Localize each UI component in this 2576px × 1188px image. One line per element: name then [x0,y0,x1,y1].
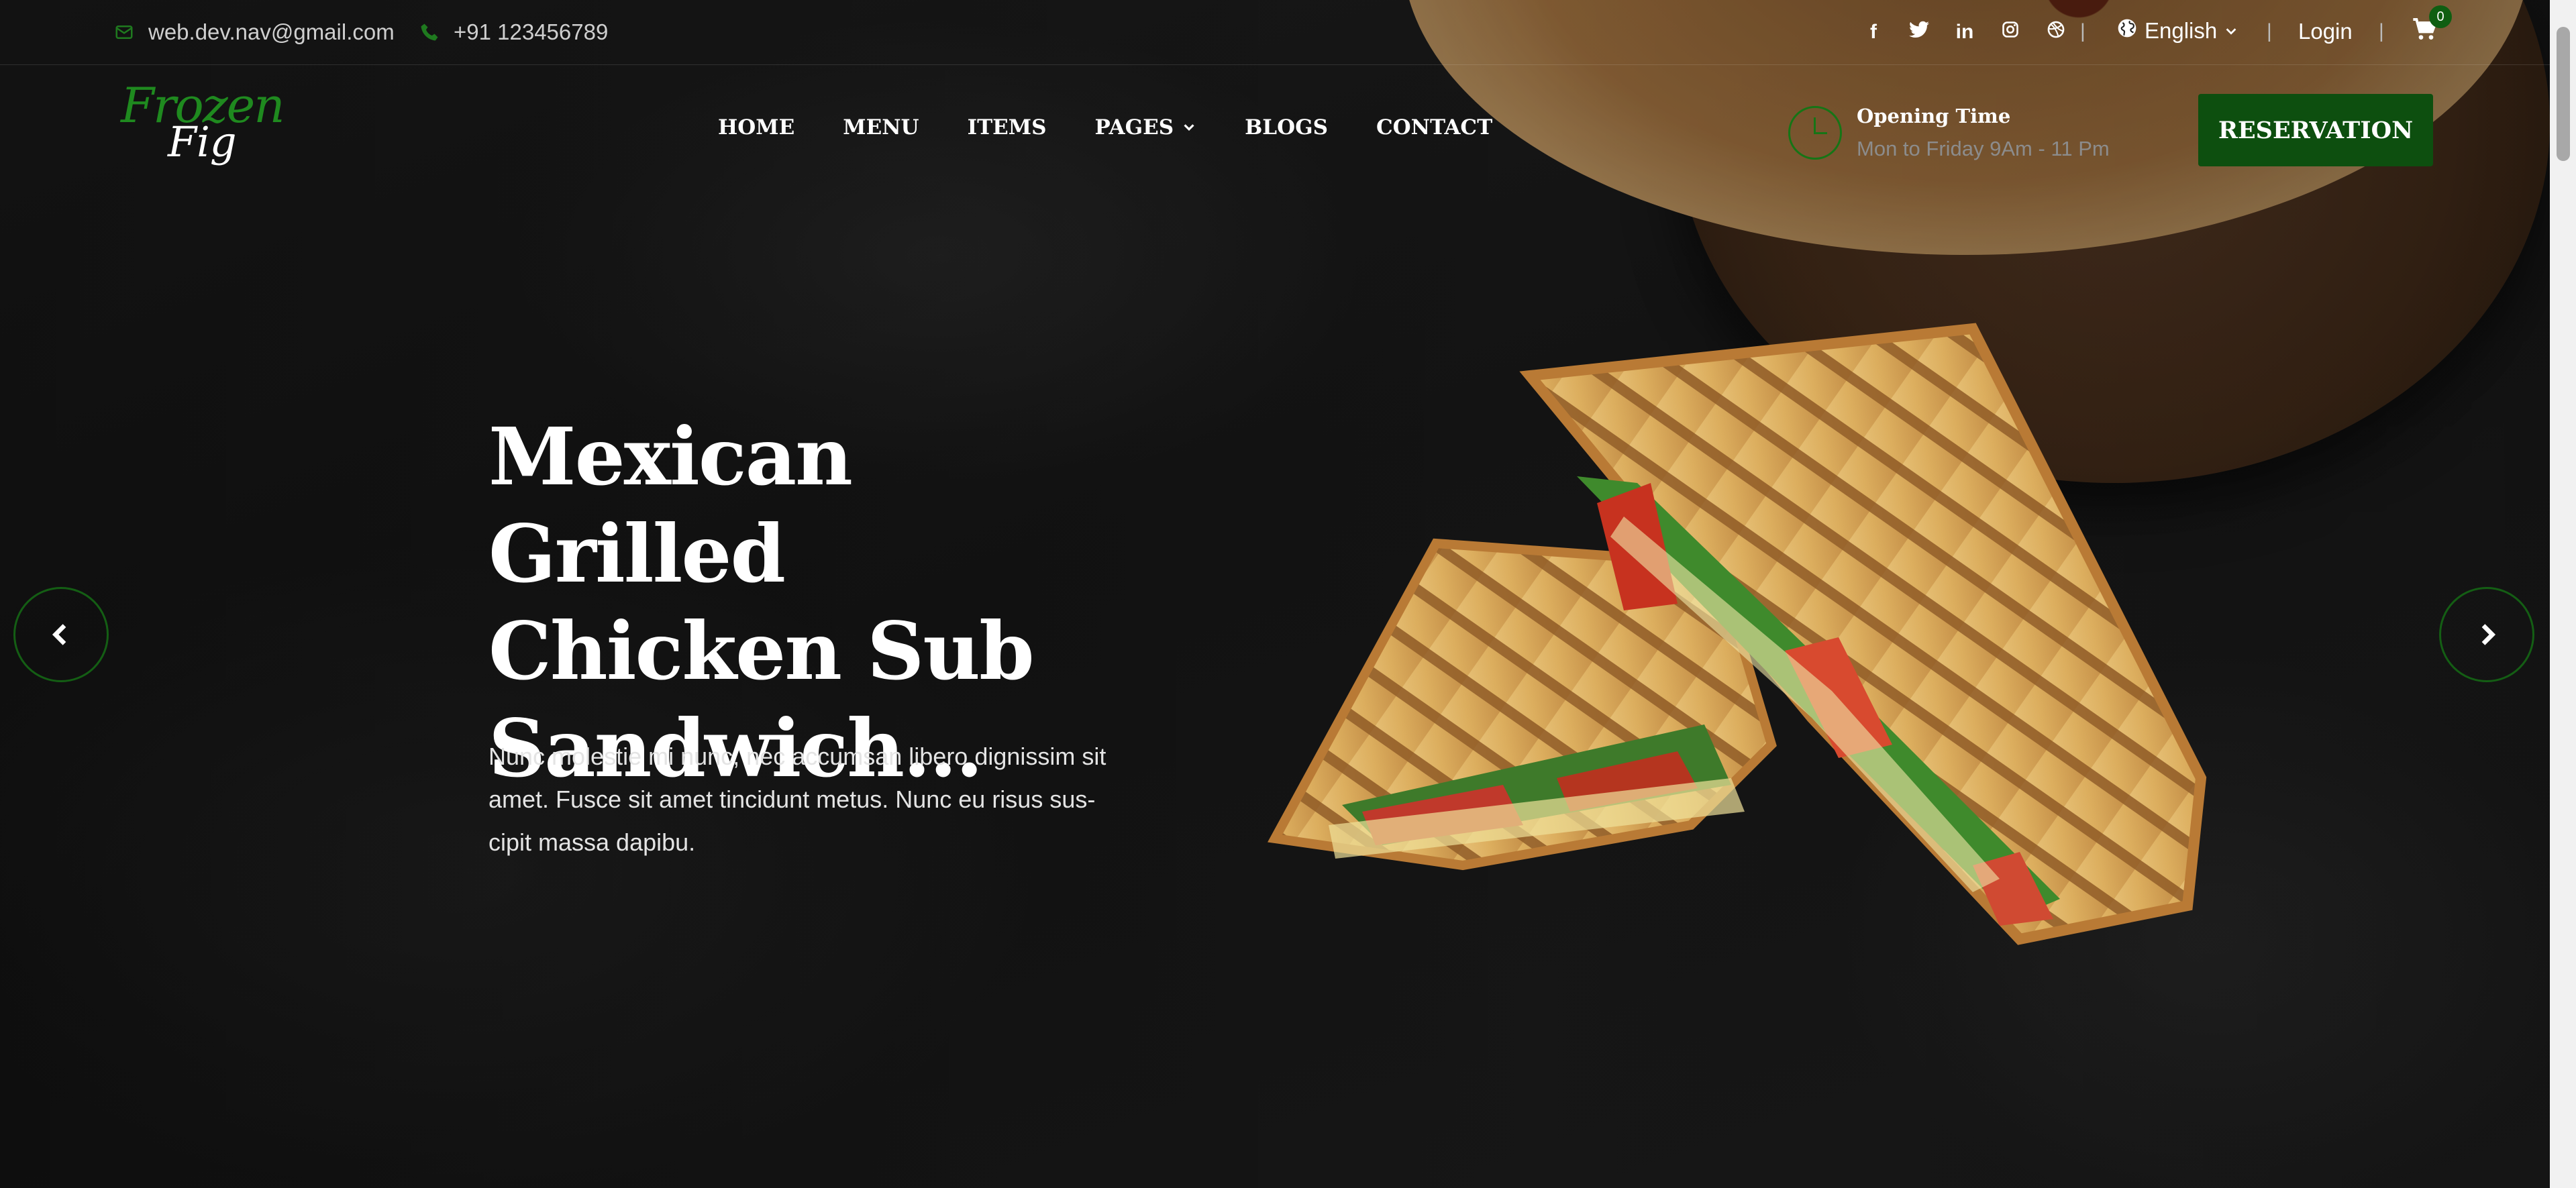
hero-description: Nunc molestie mi nunc, nec accumsan libe… [488,743,1106,856]
language-selector[interactable]: English [2116,17,2238,44]
page-scrollbar[interactable] [2550,0,2576,1188]
site-logo[interactable]: Frozen Fig [121,77,285,178]
social-links: f in [1862,20,2067,44]
chevron-down-icon [2224,18,2238,44]
opening-time-hours: Mon to Friday 9Am - 11 Pm [1857,137,2110,160]
nav-menu[interactable]: MENU [843,115,919,140]
reservation-button[interactable]: RESERVATION [2198,94,2433,166]
phone-text: +91 123456789 [454,19,609,44]
opening-time: Opening Time Mon to Friday 9Am - 11 Pm [1788,102,2110,161]
phone-icon [416,19,443,46]
email-icon [111,19,138,46]
top-bar: web.dev.nav@gmail.com +91 123456789 f in… [0,0,2550,65]
instagram-icon[interactable] [1999,20,2022,44]
chevron-left-icon [52,624,66,645]
carousel-next-button[interactable] [2439,587,2534,682]
logo-text-bottom: Fig [168,117,237,166]
nav-pages-label: PAGES [1094,115,1174,140]
phone-contact[interactable]: +91 123456789 [416,19,608,46]
language-label: English [2145,18,2218,43]
scrollbar-thumb[interactable] [2557,27,2570,161]
nav-contact[interactable]: CONTACT [1376,115,1492,140]
email-contact[interactable]: web.dev.nav@gmail.com [111,19,395,46]
opening-time-title: Opening Time [1857,105,2011,127]
nav-items[interactable]: ITEMS [968,115,1047,140]
twitter-icon[interactable] [1908,21,1930,44]
linkedin-icon[interactable]: in [1953,21,1976,44]
separator: | [2379,20,2384,42]
globe-icon [2116,17,2138,44]
nav-pages[interactable]: PAGES [1094,115,1196,140]
main-nav: HOME MENU ITEMS PAGES BLOGS CONTACT [718,115,1492,140]
cart-count-badge: 0 [2429,5,2452,28]
separator: | [2267,20,2272,42]
login-link[interactable]: Login [2298,19,2353,44]
carousel-prev-button[interactable] [13,587,109,682]
email-text: web.dev.nav@gmail.com [148,19,395,44]
dribbble-icon[interactable] [2045,20,2067,44]
nav-home[interactable]: HOME [718,115,794,140]
sandwich-image [1268,323,2207,945]
facebook-icon[interactable]: f [1862,21,1885,44]
separator: | [2080,20,2085,42]
hero-section: web.dev.nav@gmail.com +91 123456789 f in… [0,0,2550,1188]
nav-blogs[interactable]: BLOGS [1245,115,1328,140]
chevron-right-icon [2481,624,2496,645]
clock-icon [1788,106,1842,160]
chevron-down-icon [1184,124,1194,131]
